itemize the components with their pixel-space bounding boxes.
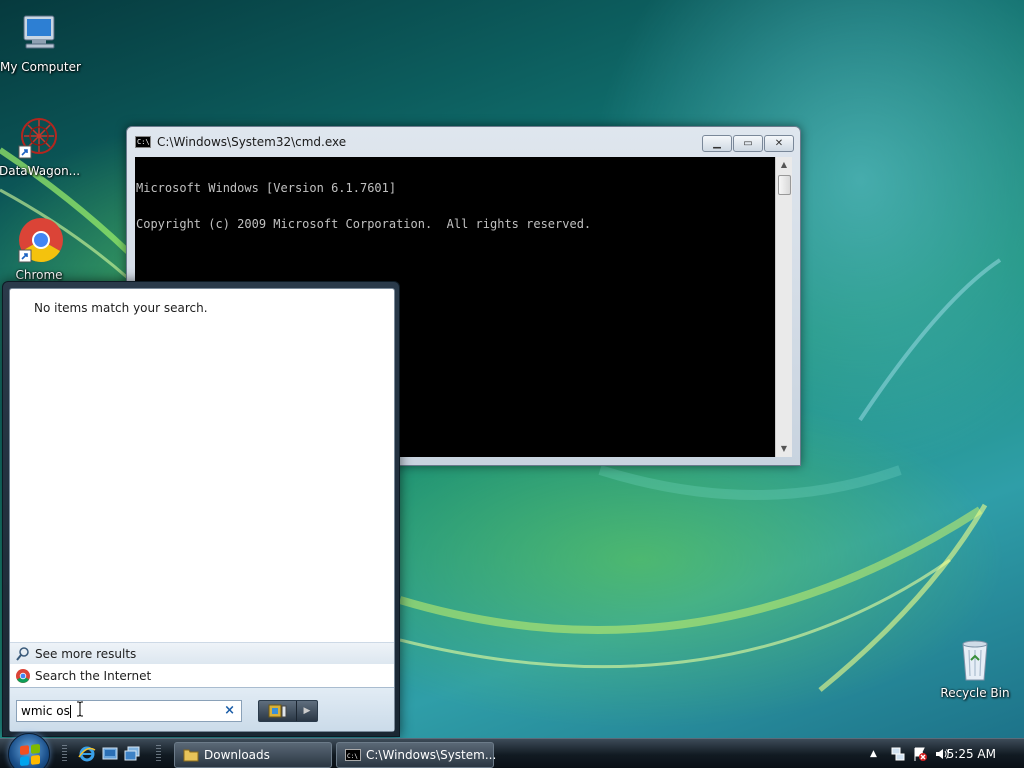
power-options-button[interactable]: ▶ bbox=[297, 701, 317, 721]
taskbar: Downloads C:\ C:\Windows\System... ▲ 5:2… bbox=[0, 733, 1024, 768]
desktop-icon-label: DataWagon... bbox=[0, 164, 81, 178]
taskbar-button-downloads[interactable]: Downloads bbox=[174, 742, 332, 768]
chrome-icon bbox=[15, 668, 31, 684]
clear-search-icon[interactable]: × bbox=[224, 701, 235, 721]
start-menu-results-pane: No items match your search. See more res… bbox=[9, 288, 395, 732]
lock-button[interactable] bbox=[259, 701, 297, 721]
power-buttons: ▶ bbox=[258, 700, 318, 722]
start-menu: No items match your search. See more res… bbox=[2, 281, 400, 737]
console-line: Copyright (c) 2009 Microsoft Corporation… bbox=[136, 217, 592, 231]
cmd-title-text: C:\Windows\System32\cmd.exe bbox=[157, 135, 347, 149]
desktop-icon-label: Recycle Bin bbox=[940, 686, 1010, 700]
scroll-thumb[interactable] bbox=[778, 175, 791, 195]
desktop-icon-datawagon[interactable]: DataWagon... bbox=[0, 114, 81, 178]
maximize-button[interactable]: ▭ bbox=[733, 135, 763, 152]
cmd-scrollbar[interactable]: ▲ ▼ bbox=[775, 157, 792, 457]
network-icon[interactable] bbox=[890, 746, 906, 762]
desktop-icon-label: Chrome bbox=[15, 268, 63, 282]
ibeam-cursor-icon bbox=[77, 701, 83, 717]
toolbar-grip[interactable] bbox=[62, 745, 67, 763]
window-controls: ▁ ▭ ✕ bbox=[701, 135, 794, 152]
search-input-value: wmic os bbox=[21, 704, 70, 718]
taskbar-button-cmd[interactable]: C:\ C:\Windows\System... bbox=[336, 742, 497, 768]
folder-icon bbox=[183, 748, 199, 762]
lock-icon bbox=[268, 704, 286, 718]
see-more-results-link[interactable]: See more results bbox=[15, 644, 136, 664]
windows-logo-icon bbox=[20, 743, 40, 767]
clock[interactable]: 5:25 AM bbox=[947, 747, 996, 761]
switch-windows-icon[interactable] bbox=[123, 745, 141, 763]
see-more-results-label: See more results bbox=[35, 647, 137, 661]
action-center-icon[interactable] bbox=[912, 746, 928, 762]
maximize-icon: ▭ bbox=[743, 138, 753, 149]
cmd-app-icon: C:\ bbox=[135, 136, 151, 148]
internet-explorer-icon[interactable] bbox=[78, 745, 96, 763]
svg-text:C:\: C:\ bbox=[347, 753, 358, 760]
arrow-right-icon: ▶ bbox=[303, 706, 311, 716]
datawagon-icon bbox=[15, 114, 63, 162]
close-button[interactable]: ✕ bbox=[764, 135, 794, 152]
search-internet-label: Search the Internet bbox=[35, 669, 152, 683]
toolbar-grip[interactable] bbox=[156, 745, 161, 763]
start-search-input[interactable]: wmic os × bbox=[16, 700, 242, 722]
recycle-bin-icon bbox=[951, 636, 999, 684]
no-results-text: No items match your search. bbox=[34, 301, 208, 315]
system-tray: ▲ 5:25 AM bbox=[844, 739, 1024, 768]
desktop-icon-chrome[interactable]: Chrome bbox=[0, 218, 79, 282]
taskbar-button-label: C:\Windows\System... bbox=[366, 748, 497, 762]
cmd-titlebar[interactable]: C:\ C:\Windows\System32\cmd.exe bbox=[127, 127, 800, 157]
start-button[interactable] bbox=[8, 733, 50, 768]
search-internet-link[interactable]: Search the Internet bbox=[15, 666, 151, 686]
taskbar-button-label: Downloads bbox=[204, 748, 270, 762]
text-caret bbox=[69, 705, 71, 718]
search-area: wmic os × ▶ bbox=[10, 687, 394, 731]
chrome-icon bbox=[15, 218, 63, 266]
minimize-icon: ▁ bbox=[713, 138, 721, 149]
scroll-up-arrow-icon[interactable]: ▲ bbox=[776, 157, 792, 173]
scroll-down-arrow-icon[interactable]: ▼ bbox=[776, 441, 792, 457]
show-hidden-icons-icon[interactable]: ▲ bbox=[870, 746, 886, 762]
search-icon bbox=[15, 646, 31, 662]
cmd-app-icon: C:\ bbox=[345, 748, 361, 762]
close-icon: ✕ bbox=[774, 138, 784, 149]
show-desktop-icon[interactable] bbox=[101, 745, 119, 763]
desktop-icon-label: My Computer bbox=[0, 60, 81, 74]
console-line: Microsoft Windows [Version 6.1.7601] bbox=[136, 181, 397, 195]
minimize-button[interactable]: ▁ bbox=[702, 135, 732, 152]
desktop-icon-my-computer[interactable]: My Computer bbox=[0, 10, 81, 74]
desktop-icon-recycle-bin[interactable]: Recycle Bin bbox=[935, 636, 1015, 700]
computer-icon bbox=[16, 10, 64, 58]
